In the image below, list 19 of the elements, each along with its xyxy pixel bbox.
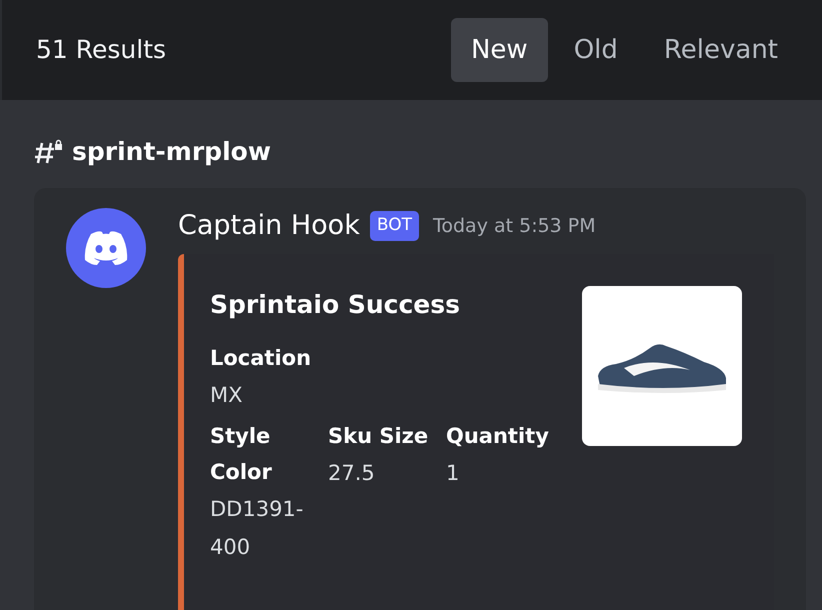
results-count: 51 Results: [36, 34, 168, 66]
field-name: Location: [210, 345, 312, 372]
sort-tab[interactable]: Relevant: [644, 18, 798, 82]
game-controller-icon: [83, 230, 129, 266]
field-value: MX: [210, 382, 244, 409]
locked-channel-icon: [34, 139, 64, 165]
sort-tab[interactable]: New: [450, 18, 548, 82]
bot-tag: BOT: [370, 211, 419, 241]
field-name: Quantity: [446, 423, 550, 450]
field-name: Style Color: [210, 423, 273, 486]
field-value: DD1391-400: [210, 496, 304, 561]
timestamp: Today at 5:53 PM: [432, 214, 596, 239]
author-name: Captain Hook: [178, 208, 360, 243]
field-value: 27.5: [328, 460, 376, 487]
field-value: 1: [446, 460, 460, 487]
sort-tab[interactable]: Old: [554, 18, 638, 82]
embed-title: Sprintaio Success: [210, 289, 462, 321]
field-name: Sku Size: [328, 423, 430, 450]
channel-name: sprint-mrplow: [72, 136, 271, 168]
